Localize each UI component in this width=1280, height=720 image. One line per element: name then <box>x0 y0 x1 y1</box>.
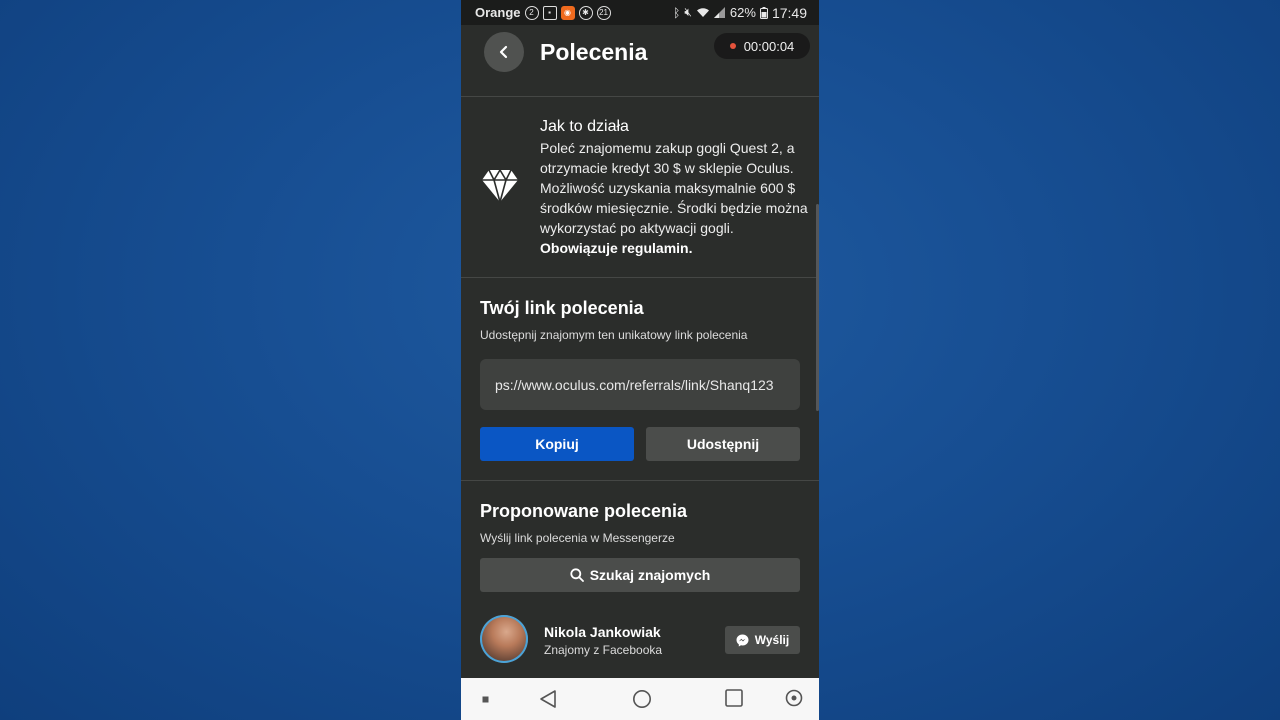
battery-icon <box>759 6 768 19</box>
recording-indicator[interactable]: 00:00:04 <box>714 33 810 59</box>
navigation-bar <box>461 678 819 720</box>
carrier-name: Orange <box>475 5 521 20</box>
suggested-subtitle: Wyślij link polecenia w Messengerze <box>480 531 675 545</box>
search-icon <box>570 568 584 582</box>
referral-link-title: Twój link polecenia <box>480 298 644 318</box>
search-friends-button[interactable]: Szukaj znajomych <box>480 558 800 592</box>
divider <box>461 96 819 97</box>
recent-apps-icon[interactable] <box>725 689 743 707</box>
accessibility-icon: ✱ <box>578 5 593 20</box>
how-it-works-title: Jak to działa <box>540 118 629 135</box>
media-icon: ▪ <box>542 5 557 20</box>
page-title: Polecenia <box>540 39 648 65</box>
scrollbar[interactable] <box>816 204 819 411</box>
how-it-works-body: Poleć znajomemu zakup gogli Quest 2, a o… <box>540 140 808 236</box>
how-it-works-text: Poleć znajomemu zakup gogli Quest 2, a o… <box>540 138 810 258</box>
terms-link[interactable]: Obowiązuje regulamin. <box>540 238 810 258</box>
clock: 17:49 <box>771 4 807 21</box>
assistant-icon[interactable] <box>785 689 803 707</box>
back-triangle-icon[interactable] <box>539 689 557 709</box>
friend-name: Nikola Jankowiak <box>544 624 661 640</box>
wifi-icon <box>696 8 709 17</box>
send-button[interactable]: Wyślij <box>725 626 800 654</box>
mute-icon: 🔇︎ <box>684 5 692 19</box>
phone-screen: Orange 2 ▪ ◉ ✱ 21 ᛒ 🔇︎ 62% 17:49 Polecen… <box>461 0 819 720</box>
back-button[interactable] <box>484 32 524 72</box>
age-rating-icon: 21 <box>596 5 611 20</box>
referral-link-subtitle: Udostępnij znajomym ten unikatowy link p… <box>480 328 748 342</box>
menu-dot-icon[interactable] <box>482 696 489 703</box>
home-circle-icon[interactable] <box>632 689 652 709</box>
sim-badge-icon: 2 <box>524 5 539 20</box>
copy-button[interactable]: Kopiuj <box>480 427 634 461</box>
send-label: Wyślij <box>754 633 790 647</box>
recording-dot-icon <box>729 43 736 49</box>
bluetooth-icon: ᛒ <box>673 5 681 20</box>
chevron-left-icon <box>499 45 508 59</box>
friend-relation: Znajomy z Facebooka <box>544 643 663 657</box>
divider <box>461 480 819 481</box>
app-header: Polecenia 00:00:04 <box>461 25 819 97</box>
messenger-icon <box>736 634 749 646</box>
recording-timer: 00:00:04 <box>743 38 795 54</box>
search-friends-label: Szukaj znajomych <box>589 567 711 583</box>
signal-icon <box>713 7 725 18</box>
status-bar: Orange 2 ▪ ◉ ✱ 21 ᛒ 🔇︎ 62% 17:49 <box>461 0 819 25</box>
divider <box>461 277 819 278</box>
share-button[interactable]: Udostępnij <box>646 427 800 461</box>
referral-link-field[interactable]: ps://www.oculus.com/referrals/link/Shanq… <box>480 359 800 410</box>
suggested-title: Proponowane polecenia <box>480 501 688 521</box>
avatar <box>480 615 528 663</box>
diamond-icon <box>482 169 518 203</box>
battery-percent: 62% <box>729 5 756 20</box>
app-notification-icon: ◉ <box>560 5 575 20</box>
